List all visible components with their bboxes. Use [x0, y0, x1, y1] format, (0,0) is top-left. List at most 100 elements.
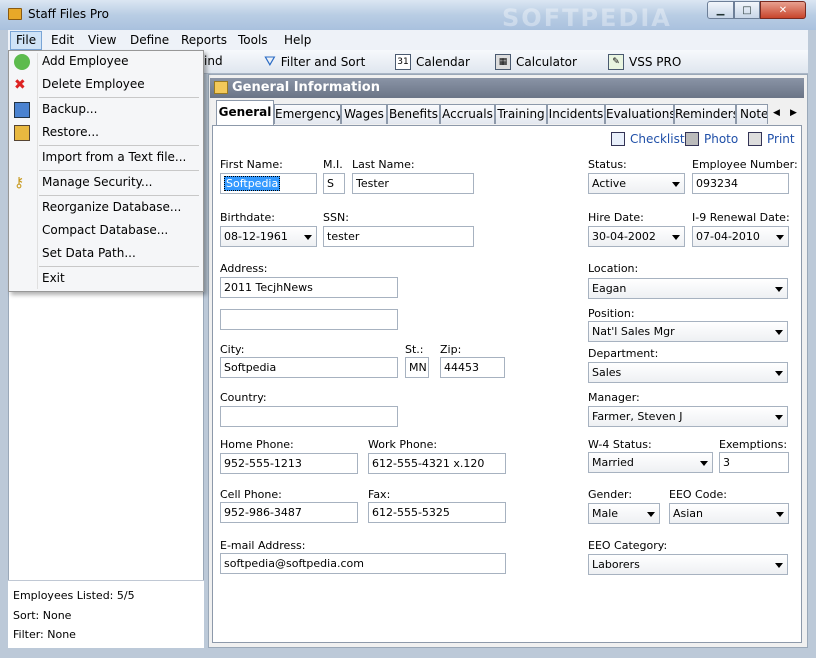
- cell-phone-label: Cell Phone:: [220, 488, 282, 501]
- status-select[interactable]: Active: [588, 173, 685, 194]
- filter-sort-button[interactable]: ⛛ Filter and Sort: [264, 54, 365, 70]
- menu-item-exit[interactable]: Exit: [9, 268, 203, 290]
- file-menu-dropdown: Add Employee ✖ Delete Employee Backup...…: [8, 50, 204, 292]
- address-line1-field[interactable]: 2011 TecjhNews: [220, 277, 398, 298]
- chevron-down-icon: [672, 235, 680, 240]
- eeo-category-select[interactable]: Laborers: [588, 554, 788, 575]
- chevron-down-icon: [672, 182, 680, 187]
- menu-item-restore[interactable]: Restore...: [9, 122, 203, 144]
- department-value: Sales: [592, 366, 622, 379]
- close-button[interactable]: ✕: [760, 1, 806, 19]
- location-select[interactable]: Eagan: [588, 278, 788, 299]
- tab-scroll-right-icon[interactable]: ▶: [790, 108, 797, 118]
- fax-field[interactable]: 612-555-5325: [368, 502, 506, 523]
- manager-select[interactable]: Farmer, Steven J: [588, 406, 788, 427]
- mi-field[interactable]: S: [323, 173, 345, 194]
- maximize-button[interactable]: □: [734, 1, 760, 19]
- menu-item-add-employee[interactable]: Add Employee: [9, 51, 203, 73]
- tab-wages[interactable]: Wages: [341, 104, 387, 124]
- calculator-button[interactable]: ▦ Calculator: [495, 54, 577, 70]
- tab-notes[interactable]: Notes: [736, 104, 768, 124]
- menu-item-compact-database[interactable]: Compact Database...: [9, 220, 203, 242]
- cell-phone-field[interactable]: 952-986-3487: [220, 502, 358, 523]
- employee-number-label: Employee Number:: [692, 158, 798, 171]
- find-button[interactable]: ind: [204, 54, 223, 68]
- email-field[interactable]: softpedia@softpedia.com: [220, 553, 506, 574]
- calculator-icon: ▦: [495, 54, 511, 70]
- eeo-code-select[interactable]: Asian: [669, 503, 789, 524]
- tab-reminders[interactable]: Reminders: [674, 104, 736, 124]
- menu-item-label: Delete Employee: [42, 77, 145, 91]
- ssn-field[interactable]: tester: [323, 226, 474, 247]
- last-name-field[interactable]: Tester: [352, 173, 474, 194]
- tab-emergency[interactable]: Emergency: [274, 104, 341, 124]
- first-name-field[interactable]: Softpedia: [220, 173, 317, 194]
- work-phone-field[interactable]: 612-555-4321 x.120: [368, 453, 506, 474]
- work-phone-label: Work Phone:: [368, 438, 438, 451]
- menu-item-label: Restore...: [42, 125, 99, 139]
- chevron-down-icon: [700, 461, 708, 466]
- chevron-down-icon: [775, 371, 783, 376]
- state-field[interactable]: MN: [405, 357, 429, 378]
- menu-item-import[interactable]: Import from a Text file...: [9, 147, 203, 169]
- menu-item-delete-employee[interactable]: ✖ Delete Employee: [9, 74, 203, 96]
- exemptions-field[interactable]: 3: [719, 452, 789, 473]
- menu-item-label: Set Data Path...: [42, 246, 136, 260]
- menu-item-label: Import from a Text file...: [42, 150, 187, 164]
- eeo-code-label: EEO Code:: [669, 488, 727, 501]
- section-title: General Information: [232, 80, 380, 95]
- find-label: ind: [204, 54, 223, 68]
- hire-date-picker[interactable]: 30-04-2002: [588, 226, 685, 247]
- department-select[interactable]: Sales: [588, 362, 788, 383]
- calculator-label: Calculator: [516, 55, 577, 69]
- vss-pro-button[interactable]: ✎ VSS PRO: [608, 54, 681, 70]
- menu-view[interactable]: View: [88, 33, 116, 47]
- tab-scroll-left-icon[interactable]: ◀: [773, 108, 780, 118]
- employees-listed: Employees Listed: 5/5: [13, 589, 135, 602]
- eeo-category-label: EEO Category:: [588, 539, 668, 552]
- title-bar: Staff Files Pro SOFTPEDIA ▁ □ ✕: [0, 0, 816, 32]
- photo-link[interactable]: Photo: [685, 132, 738, 146]
- manager-value: Farmer, Steven J: [592, 410, 683, 423]
- menu-file[interactable]: File: [10, 31, 43, 50]
- tab-incidents[interactable]: Incidents: [547, 104, 605, 124]
- tab-training[interactable]: Training: [495, 104, 547, 124]
- menu-tools[interactable]: Tools: [238, 33, 268, 47]
- w4-status-select[interactable]: Married: [588, 452, 713, 473]
- menu-item-manage-security[interactable]: ⚷ Manage Security...: [9, 172, 203, 194]
- menu-item-backup[interactable]: Backup...: [9, 99, 203, 121]
- hire-date-label: Hire Date:: [588, 211, 644, 224]
- country-field[interactable]: [220, 406, 398, 427]
- birthdate-picker[interactable]: 08-12-1961: [220, 226, 317, 247]
- menu-item-reorganize-database[interactable]: Reorganize Database...: [9, 197, 203, 219]
- chevron-down-icon: [776, 235, 784, 240]
- menu-item-set-data-path[interactable]: Set Data Path...: [9, 243, 203, 265]
- general-form: Checklist Photo Print First Name: Softpe…: [212, 125, 802, 643]
- menu-define[interactable]: Define: [130, 33, 169, 47]
- menu-edit[interactable]: Edit: [51, 33, 74, 47]
- tab-evaluations[interactable]: Evaluations: [605, 104, 674, 124]
- position-value: Nat'l Sales Mgr: [592, 325, 675, 338]
- print-link[interactable]: Print: [748, 132, 795, 146]
- menu-help[interactable]: Help: [284, 33, 311, 47]
- menu-item-label: Compact Database...: [42, 223, 169, 237]
- city-field[interactable]: Softpedia: [220, 357, 398, 378]
- tab-accruals[interactable]: Accruals: [440, 104, 495, 124]
- address-line2-field[interactable]: [220, 309, 398, 330]
- calendar-button[interactable]: 31 Calendar: [395, 54, 470, 70]
- i9-renewal-picker[interactable]: 07-04-2010: [692, 226, 789, 247]
- tab-benefits[interactable]: Benefits: [387, 104, 440, 124]
- home-phone-field[interactable]: 952-555-1213: [220, 453, 358, 474]
- menu-separator: [39, 97, 199, 98]
- i9-renewal-label: I-9 Renewal Date:: [692, 211, 790, 224]
- menu-reports[interactable]: Reports: [181, 33, 227, 47]
- zip-field[interactable]: 44453: [440, 357, 505, 378]
- mi-label: M.I.: [323, 158, 343, 171]
- gender-select[interactable]: Male: [588, 503, 660, 524]
- employee-number-field[interactable]: 093234: [692, 173, 789, 194]
- tab-general[interactable]: General: [216, 100, 274, 125]
- checklist-link[interactable]: Checklist: [611, 132, 685, 146]
- minimize-button[interactable]: ▁: [707, 1, 734, 19]
- position-select[interactable]: Nat'l Sales Mgr: [588, 321, 788, 342]
- camera-icon: [685, 132, 699, 146]
